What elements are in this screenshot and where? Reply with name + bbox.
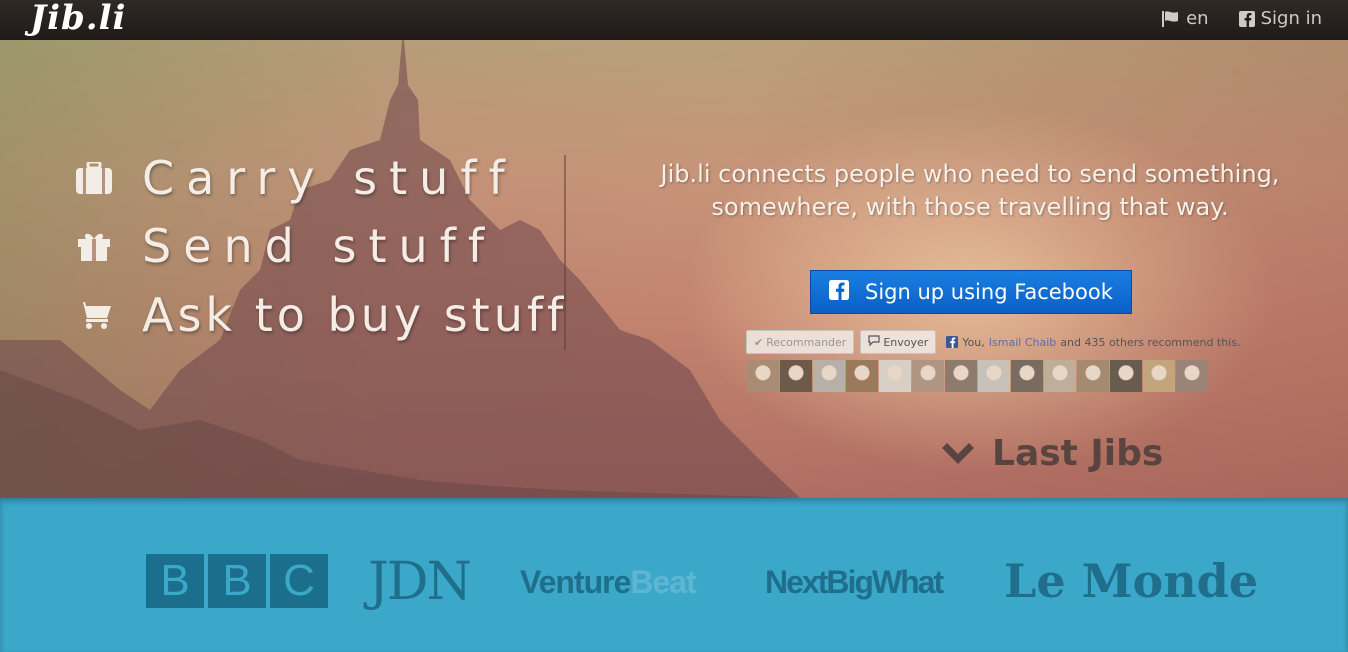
press-section: B B C JDN VentureBeat NextBigWhat Le Mon… <box>0 498 1348 652</box>
nextbigwhat-logo: NextBigWhat <box>765 564 944 600</box>
friend-avatar[interactable] <box>978 360 1010 392</box>
bbc-logo: B B C <box>146 554 328 608</box>
friend-avatar[interactable] <box>1011 360 1043 392</box>
friend-avatar[interactable] <box>879 360 911 392</box>
friend-avatar[interactable] <box>780 360 812 392</box>
friend-avatar[interactable] <box>945 360 977 392</box>
lemonde-logo: Le Monde <box>1004 554 1259 608</box>
facebook-signup-button[interactable]: Sign up using Facebook <box>810 270 1132 314</box>
facebook-icon <box>1238 10 1255 27</box>
hero-section: Carry stuff Send stuff Ask to buy stuff … <box>0 40 1348 498</box>
tagline-text: Send stuff <box>142 219 497 273</box>
last-jibs-label: Last Jibs <box>992 433 1164 474</box>
hero-divider <box>564 155 566 350</box>
tagline-text: Carry stuff <box>142 151 517 205</box>
recommend-button[interactable]: ✔ Recommander <box>746 330 855 354</box>
signin-link[interactable]: Sign in <box>1238 8 1322 29</box>
signin-label: Sign in <box>1260 8 1322 29</box>
top-navbar: Jib.li en Sign in <box>0 0 1348 40</box>
friend-avatar[interactable] <box>1176 360 1208 392</box>
last-jibs-link[interactable]: Last Jibs <box>942 433 1163 474</box>
send-label: Envoyer <box>883 335 929 349</box>
send-button[interactable]: Envoyer <box>860 330 937 354</box>
shopping-cart-icon <box>76 297 112 333</box>
tagline-carry: Carry stuff <box>76 148 517 208</box>
suitcase-icon <box>76 160 112 196</box>
gift-icon <box>76 228 112 264</box>
language-label: en <box>1186 8 1209 29</box>
friend-name-link[interactable]: Ismail Chaib <box>989 336 1056 349</box>
flag-icon <box>1162 10 1179 27</box>
like-count-text: and 435 others recommend this. <box>1060 335 1241 349</box>
hero-pitch: Jib.li connects people who need to send … <box>660 160 1280 221</box>
venturebeat-beat: Beat <box>630 564 696 600</box>
venturebeat-logo: VentureBeat <box>520 564 697 601</box>
speech-bubble-icon <box>868 335 880 349</box>
facebook-signup-label: Sign up using Facebook <box>865 280 1113 304</box>
like-social-text: You, Ismail Chaib and 435 others recomme… <box>946 335 1241 349</box>
friend-avatar[interactable] <box>1044 360 1076 392</box>
site-logo[interactable]: Jib.li <box>30 0 126 38</box>
friend-avatars <box>747 360 1208 392</box>
facebook-icon <box>829 279 849 305</box>
friend-avatar[interactable] <box>912 360 944 392</box>
facebook-like-bar: ✔ Recommander Envoyer You, Ismail Chaib … <box>746 330 1241 354</box>
jdn-logo: JDN <box>368 552 472 612</box>
friend-avatar[interactable] <box>1077 360 1109 392</box>
friend-avatar[interactable] <box>747 360 779 392</box>
language-selector[interactable]: en <box>1162 8 1209 29</box>
venturebeat-venture: Venture <box>520 564 631 600</box>
tagline-buy: Ask to buy stuff <box>76 285 567 345</box>
facebook-small-icon <box>946 336 959 348</box>
chevron-down-icon <box>942 442 974 464</box>
recommend-label: Recommander <box>766 335 847 349</box>
tagline-text: Ask to buy stuff <box>142 288 568 342</box>
friend-avatar[interactable] <box>846 360 878 392</box>
bbc-letter: B <box>208 554 266 608</box>
friend-avatar[interactable] <box>813 360 845 392</box>
check-icon: ✔ <box>754 335 764 349</box>
friend-avatar[interactable] <box>1143 360 1175 392</box>
friend-avatar[interactable] <box>1110 360 1142 392</box>
bbc-letter: B <box>146 554 204 608</box>
top-nav: en Sign in <box>1162 8 1322 29</box>
bbc-letter: C <box>270 554 328 608</box>
like-you: You, <box>962 335 985 349</box>
tagline-send: Send stuff <box>76 216 496 276</box>
